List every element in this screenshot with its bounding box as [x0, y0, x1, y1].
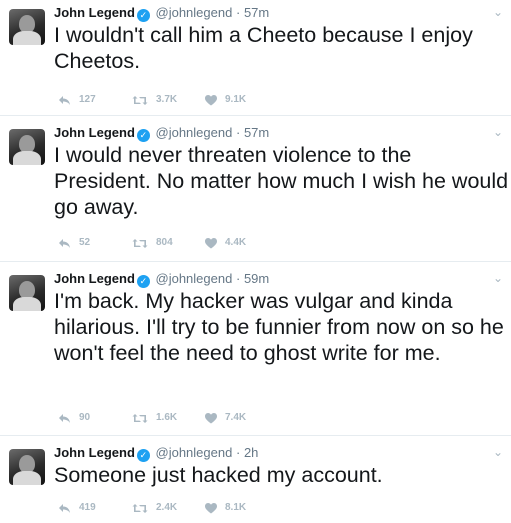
reply-icon — [59, 503, 70, 513]
reply-button[interactable]: 90 — [58, 411, 90, 425]
retweet-count: 804 — [156, 237, 173, 248]
retweet-count: 1.6K — [156, 412, 178, 423]
chevron-down-icon[interactable]: ⌄ — [493, 445, 503, 459]
retweet-icon — [132, 95, 148, 105]
reply-count: 52 — [79, 237, 91, 248]
like-button[interactable]: 8.1K — [205, 501, 246, 515]
timestamp[interactable]: 2h — [244, 445, 258, 460]
tweet-text: I wouldn't call him a Cheeto because I e… — [54, 23, 473, 73]
heart-icon — [205, 94, 217, 105]
chevron-down-icon[interactable]: ⌄ — [493, 125, 503, 139]
reply-button[interactable]: 127 — [58, 93, 96, 107]
like-count: 9.1K — [225, 94, 247, 105]
reply-count: 419 — [79, 502, 96, 513]
separator: · — [235, 125, 241, 140]
retweet-icon — [132, 503, 148, 513]
like-button[interactable]: 7.4K — [205, 411, 246, 425]
separator: · — [235, 271, 241, 286]
tweet-text: Someone just hacked my account. — [54, 463, 383, 487]
tweet[interactable]: John Legend ✓ @johnlegend · 2h ⌄ Someone … — [0, 440, 511, 523]
heart-icon — [205, 237, 217, 248]
verified-check-icon: ✓ — [136, 129, 150, 142]
separator: · — [235, 5, 241, 20]
tweet-header: John Legend ✓ @johnlegend · 2h — [54, 445, 258, 462]
tweet-text: I would never threaten violence to the P… — [54, 143, 509, 219]
reply-icon — [59, 413, 70, 423]
avatar[interactable] — [9, 449, 45, 485]
tweet-header: John Legend ✓ @johnlegend · 57m — [54, 5, 269, 22]
author-name[interactable]: John Legend — [54, 5, 135, 20]
author-name[interactable]: John Legend — [54, 445, 135, 460]
reply-button[interactable]: 419 — [58, 501, 96, 515]
tweet-text: I'm back. My hacker was vulgar and kinda… — [54, 289, 504, 365]
retweet-button[interactable]: 2.4K — [132, 501, 177, 515]
retweet-button[interactable]: 804 — [132, 236, 173, 250]
author-handle[interactable]: @johnlegend — [156, 271, 233, 286]
heart-icon — [205, 502, 217, 513]
reply-button[interactable]: 52 — [58, 236, 90, 250]
verified-check-icon: ✓ — [136, 449, 150, 462]
reply-icon — [59, 95, 70, 105]
retweet-count: 3.7K — [156, 94, 178, 105]
retweet-button[interactable]: 1.6K — [132, 411, 177, 425]
avatar[interactable] — [9, 275, 45, 311]
retweet-button[interactable]: 3.7K — [132, 93, 177, 107]
timestamp[interactable]: 59m — [244, 271, 269, 286]
verified-check-icon: ✓ — [136, 275, 150, 288]
verified-check-icon: ✓ — [136, 9, 150, 22]
tweet-header: John Legend ✓ @johnlegend · 59m — [54, 271, 269, 288]
like-count: 4.4K — [225, 237, 247, 248]
reply-icon — [59, 238, 70, 248]
retweet-icon — [132, 413, 148, 423]
like-count: 8.1K — [225, 502, 247, 513]
author-name[interactable]: John Legend — [54, 125, 135, 140]
like-button[interactable]: 4.4K — [205, 236, 246, 250]
author-name[interactable]: John Legend — [54, 271, 135, 286]
author-handle[interactable]: @johnlegend — [156, 125, 233, 140]
reply-count: 127 — [79, 94, 96, 105]
like-button[interactable]: 9.1K — [205, 93, 246, 107]
heart-icon — [205, 412, 217, 423]
retweet-count: 2.4K — [156, 502, 178, 513]
timestamp[interactable]: 57m — [244, 5, 269, 20]
tweet-header: John Legend ✓ @johnlegend · 57m — [54, 125, 269, 142]
avatar[interactable] — [9, 9, 45, 45]
tweet[interactable]: John Legend ✓ @johnlegend · 57m ⌄ I would… — [0, 0, 511, 116]
author-handle[interactable]: @johnlegend — [156, 445, 233, 460]
avatar[interactable] — [9, 129, 45, 165]
separator: · — [235, 445, 241, 460]
tweet[interactable]: John Legend ✓ @johnlegend · 59m ⌄ I'm bac… — [0, 266, 511, 436]
chevron-down-icon[interactable]: ⌄ — [493, 271, 503, 285]
chevron-down-icon[interactable]: ⌄ — [493, 5, 503, 19]
reply-count: 90 — [79, 412, 91, 423]
timestamp[interactable]: 57m — [244, 125, 269, 140]
tweet[interactable]: John Legend ✓ @johnlegend · 57m ⌄ I would… — [0, 120, 511, 262]
like-count: 7.4K — [225, 412, 247, 423]
retweet-icon — [132, 238, 148, 248]
author-handle[interactable]: @johnlegend — [156, 5, 233, 20]
